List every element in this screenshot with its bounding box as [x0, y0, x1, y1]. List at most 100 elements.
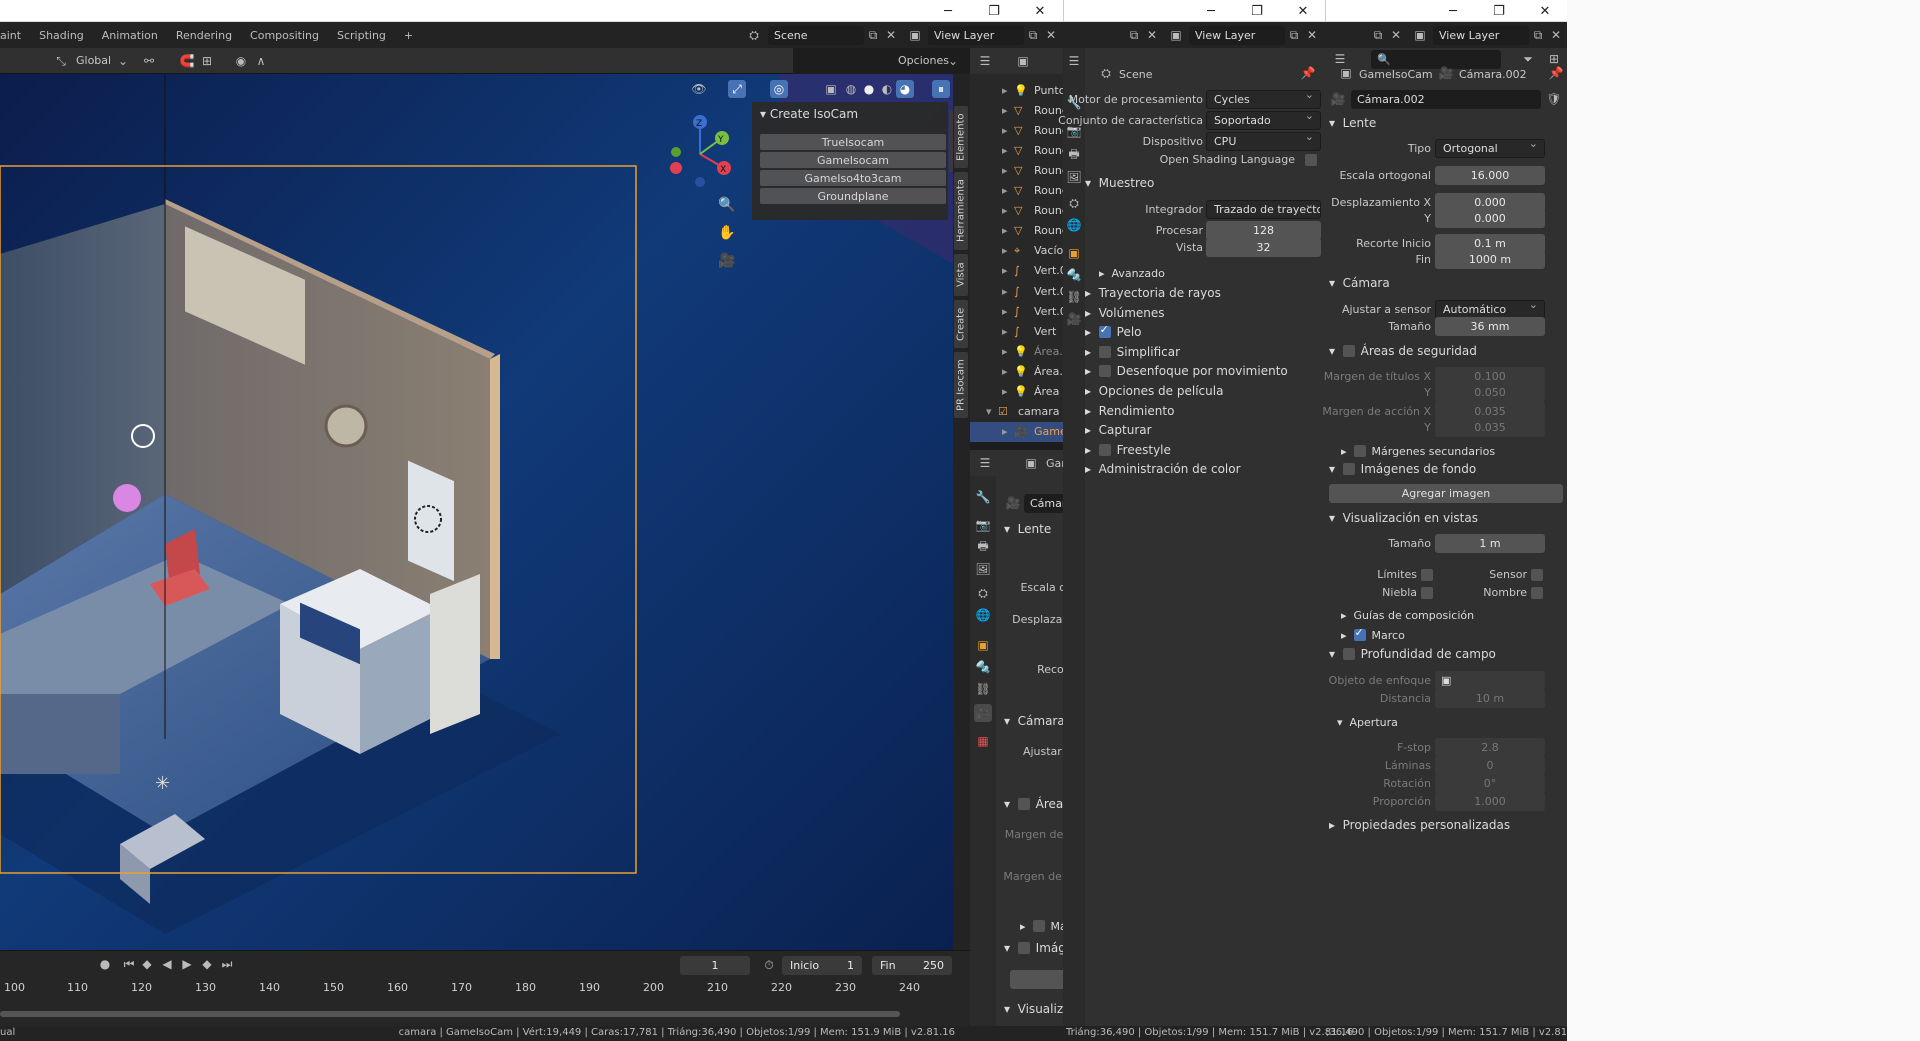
world-tab-icon[interactable]: 🌐: [974, 606, 992, 624]
minimize-button[interactable]: ─: [925, 0, 971, 22]
tab-shading[interactable]: Shading: [30, 22, 93, 48]
tab-rendering[interactable]: Rendering: [167, 22, 241, 48]
desp-y-field[interactable]: 0.000: [1435, 209, 1545, 228]
maximize-button[interactable]: ❐: [971, 0, 1017, 22]
personalizadas-section[interactable]: ▸ Propiedades personalizadas: [1329, 814, 1510, 836]
expand-arrow-icon[interactable]: ▸: [1002, 425, 1008, 438]
xray-icon[interactable]: ▣: [822, 80, 840, 98]
vista-field[interactable]: 32: [1206, 238, 1321, 257]
expand-arrow-icon[interactable]: ▸: [1002, 124, 1008, 137]
output-tab-icon[interactable]: 🖶: [974, 538, 992, 556]
profundidad-section[interactable]: ▾ Profundidad de campo: [1329, 643, 1496, 665]
close-icon[interactable]: ✕: [1387, 26, 1405, 44]
niebla-checkbox[interactable]: [1421, 587, 1433, 599]
expand-arrow-icon[interactable]: ▸: [1002, 365, 1008, 378]
visualizacion-section[interactable]: ▾ Visualización en vistas: [1329, 507, 1478, 529]
tab-paint[interactable]: aint: [0, 22, 30, 48]
section-checkbox[interactable]: [1098, 443, 1111, 456]
material-shading-icon[interactable]: ◐: [878, 80, 896, 98]
margen-titulos-y-field[interactable]: 0.050: [1435, 383, 1545, 402]
rotacion-field[interactable]: 0°: [1435, 774, 1545, 793]
camara-section[interactable]: ▾ Cámara: [1329, 272, 1390, 294]
proportional-edit-icon[interactable]: ◉: [232, 52, 250, 70]
world-tab-icon[interactable]: 🌐: [1065, 216, 1083, 234]
expand-arrow-icon[interactable]: ▸: [1002, 144, 1008, 157]
view-layer-field[interactable]: View Layer: [1189, 26, 1285, 45]
jump-start-icon[interactable]: ⏮: [120, 955, 138, 973]
editor-type-icon[interactable]: ☰: [976, 52, 994, 70]
pan-hand-icon[interactable]: ✋: [718, 224, 736, 242]
close-icon[interactable]: ✕: [1042, 26, 1060, 44]
distancia-field[interactable]: 10 m: [1435, 689, 1545, 708]
section-checkbox[interactable]: [1098, 365, 1111, 378]
copy-icon[interactable]: ⧉: [1529, 26, 1547, 44]
isocam-panel-title[interactable]: ▾ Create IsoCam: [760, 107, 858, 121]
tab-create[interactable]: Create: [954, 300, 968, 348]
gizmo-toggle-icon[interactable]: ⤢: [728, 80, 746, 98]
texture-tab-icon[interactable]: ▦: [974, 732, 992, 750]
avanzado-section[interactable]: ▸ Avanzado: [1099, 262, 1165, 284]
gameiso4to3cam-button[interactable]: GameIso4to3cam: [760, 170, 946, 186]
laminas-field[interactable]: 0: [1435, 756, 1545, 775]
solid-shading-icon[interactable]: ●: [860, 80, 878, 98]
motor-select[interactable]: Cycles: [1206, 90, 1321, 109]
guias-section[interactable]: ▸ Guías de composición: [1341, 604, 1474, 626]
limites-checkbox[interactable]: [1421, 569, 1433, 581]
visibility-icon[interactable]: 👁: [690, 80, 708, 98]
minimize-button[interactable]: ─: [1188, 0, 1234, 22]
section-checkbox[interactable]: [1098, 323, 1111, 339]
tab-scripting[interactable]: Scripting: [328, 22, 395, 48]
close-icon[interactable]: ✕: [1303, 26, 1321, 44]
apertura-section[interactable]: ▾ Apertura: [1337, 711, 1398, 733]
tab-herramienta[interactable]: Herramienta: [954, 172, 968, 250]
record-icon[interactable]: ●: [96, 955, 114, 973]
zoom-icon[interactable]: 🔍: [718, 196, 736, 214]
margen-accion-y-field[interactable]: 0.035: [1435, 418, 1545, 437]
copy-icon[interactable]: ⧉: [1024, 26, 1042, 44]
prev-keyframe-icon[interactable]: ◆: [138, 955, 156, 973]
dispositivo-select[interactable]: CPU: [1206, 132, 1321, 151]
camara-section[interactable]: ▾ Cámara: [1004, 710, 1065, 732]
start-frame-field[interactable]: Inicio 1: [782, 956, 862, 975]
close-icon[interactable]: ✕: [1143, 26, 1161, 44]
minimize-button[interactable]: ─: [1430, 0, 1476, 22]
groundplane-button[interactable]: Groundplane: [760, 188, 946, 204]
copy-icon[interactable]: ⧉: [1285, 26, 1303, 44]
imagenes-section[interactable]: ▾ Imágenes de fondo: [1329, 458, 1476, 480]
object-tab-icon[interactable]: ▣: [1065, 244, 1083, 262]
current-frame-field[interactable]: 1: [680, 956, 750, 975]
close-icon[interactable]: ✕: [882, 26, 900, 44]
copy-icon[interactable]: ⧉: [1125, 26, 1143, 44]
expand-arrow-icon[interactable]: ▸: [1002, 264, 1008, 277]
expand-arrow-icon[interactable]: ▸: [1002, 204, 1008, 217]
snap-icon[interactable]: 🧲: [178, 52, 196, 70]
camera-data-tab-icon[interactable]: 🎥: [1065, 310, 1083, 328]
expand-arrow-icon[interactable]: ▸: [1002, 244, 1008, 257]
expand-arrow-icon[interactable]: ▸: [1002, 164, 1008, 177]
viewport-3d[interactable]: ✳ 👁 ⤢ ◎ ▣ ◍ ● ◐ ◕ ⏸ Z X Y 🔍 ✋ 🎥 ▾ Create…: [0, 74, 953, 950]
output-tab-icon[interactable]: 🖶: [1065, 146, 1083, 164]
jump-end-icon[interactable]: ⏭: [218, 955, 236, 973]
expand-arrow-icon[interactable]: ▸: [1002, 224, 1008, 237]
view-layer-field[interactable]: View Layer: [1433, 26, 1529, 45]
close-button[interactable]: ✕: [1017, 0, 1063, 22]
scene-tab-icon[interactable]: ⛭: [974, 584, 992, 602]
fstop-field[interactable]: 2.8: [1435, 738, 1545, 757]
add-workspace-button[interactable]: +: [395, 22, 422, 48]
view-layer-tab-icon[interactable]: 🖼: [1065, 168, 1083, 186]
tab-animation[interactable]: Animation: [93, 22, 167, 48]
modifier-tab-icon[interactable]: 🔩: [974, 658, 992, 676]
gameisocam-button[interactable]: GameIsocam: [760, 152, 946, 168]
expand-arrow-icon[interactable]: ▸: [1002, 325, 1008, 338]
wireframe-shading-icon[interactable]: ◍: [842, 80, 860, 98]
copy-icon[interactable]: ⧉: [1369, 26, 1387, 44]
conjunto-select[interactable]: Soportado: [1206, 111, 1321, 130]
lente-section[interactable]: ▾ Lente: [1329, 112, 1376, 134]
integrador-select[interactable]: Trazado de trayectorias: [1206, 200, 1321, 219]
falloff-icon[interactable]: ∧: [252, 52, 270, 70]
close-button[interactable]: ✕: [1280, 0, 1326, 22]
render-section[interactable]: ▸ Administración de color: [1085, 458, 1241, 480]
muestreo-section[interactable]: ▾ Muestreo: [1085, 172, 1154, 194]
end-frame-field[interactable]: Fin 250: [872, 956, 952, 975]
view-layer-field[interactable]: View Layer: [928, 26, 1024, 45]
